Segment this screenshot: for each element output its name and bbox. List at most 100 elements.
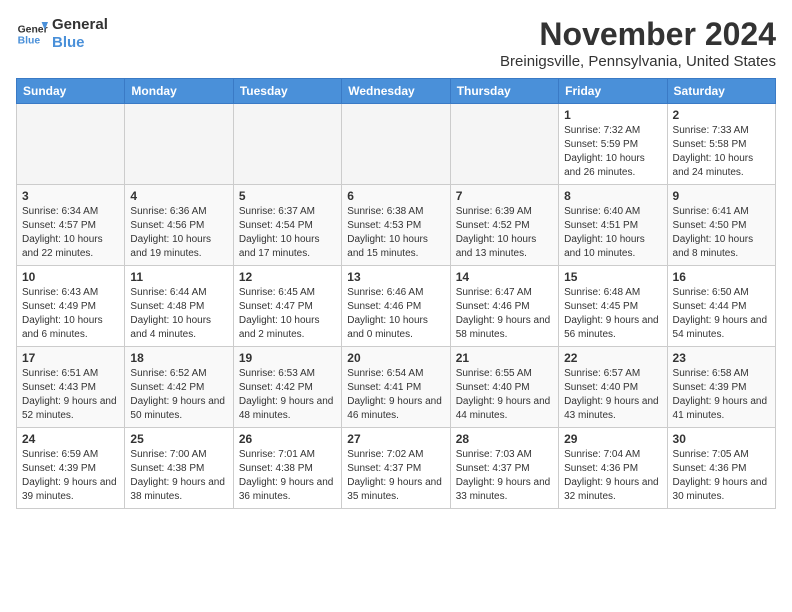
calendar-day-cell: 29 Sunrise: 7:04 AM Sunset: 4:36 PM Dayli…: [559, 428, 667, 509]
calendar-week-row: 17Sunrise: 6:51 AM Sunset: 4:43 PM Dayli…: [17, 347, 776, 428]
day-of-week-header: Tuesday: [233, 79, 341, 104]
day-info: Sunrise: 6:38 AM Sunset: 4:53 PM Dayligh…: [347, 205, 444, 261]
calendar-day-cell: 10 Sunrise: 6:43 AM Sunset: 4:49 PM Dayli…: [17, 266, 125, 347]
day-info: Sunrise: 7:00 AM Sunset: 4:38 PM Dayligh…: [130, 448, 227, 504]
day-info: Sunrise: 6:51 AM Sunset: 4:43 PM Dayligh…: [22, 367, 119, 423]
day-number: 13: [347, 270, 444, 284]
day-number: 9: [673, 189, 770, 203]
logo-blue-text: Blue: [52, 34, 108, 52]
day-number: 22: [564, 351, 661, 365]
calendar-day-cell: [17, 104, 125, 185]
day-number: 18: [130, 351, 227, 365]
day-info: Sunrise: 6:36 AM Sunset: 4:56 PM Dayligh…: [130, 205, 227, 261]
day-number: 7: [456, 189, 553, 203]
day-number: 26: [239, 432, 336, 446]
calendar-header-row: SundayMondayTuesdayWednesdayThursdayFrid…: [17, 79, 776, 104]
day-info: Sunrise: 7:01 AM Sunset: 4:38 PM Dayligh…: [239, 448, 336, 504]
day-info: Sunrise: 6:48 AM Sunset: 4:45 PM Dayligh…: [564, 286, 661, 342]
day-info: Sunrise: 6:50 AM Sunset: 4:44 PM Dayligh…: [673, 286, 770, 342]
day-number: 28: [456, 432, 553, 446]
day-number: 21: [456, 351, 553, 365]
calendar-day-cell: 11 Sunrise: 6:44 AM Sunset: 4:48 PM Dayli…: [125, 266, 233, 347]
day-info: Sunrise: 7:32 AM Sunset: 5:59 PM Dayligh…: [564, 124, 661, 180]
day-info: Sunrise: 6:52 AM Sunset: 4:42 PM Dayligh…: [130, 367, 227, 423]
day-info: Sunrise: 6:47 AM Sunset: 4:46 PM Dayligh…: [456, 286, 553, 342]
day-info: Sunrise: 6:57 AM Sunset: 4:40 PM Dayligh…: [564, 367, 661, 423]
day-number: 4: [130, 189, 227, 203]
calendar-day-cell: 6Sunrise: 6:38 AM Sunset: 4:53 PM Daylig…: [342, 185, 450, 266]
svg-text:Blue: Blue: [18, 36, 41, 47]
calendar-week-row: 3 Sunrise: 6:34 AM Sunset: 4:57 PM Daylig…: [17, 185, 776, 266]
day-info: Sunrise: 6:59 AM Sunset: 4:39 PM Dayligh…: [22, 448, 119, 504]
day-info: Sunrise: 6:54 AM Sunset: 4:41 PM Dayligh…: [347, 367, 444, 423]
logo: General Blue General Blue: [16, 16, 108, 52]
calendar-day-cell: 16 Sunrise: 6:50 AM Sunset: 4:44 PM Dayli…: [667, 266, 775, 347]
calendar-day-cell: 7 Sunrise: 6:39 AM Sunset: 4:52 PM Daylig…: [450, 185, 558, 266]
calendar-day-cell: [125, 104, 233, 185]
calendar-day-cell: 25Sunrise: 7:00 AM Sunset: 4:38 PM Dayli…: [125, 428, 233, 509]
calendar-day-cell: 18 Sunrise: 6:52 AM Sunset: 4:42 PM Dayli…: [125, 347, 233, 428]
day-number: 27: [347, 432, 444, 446]
calendar-day-cell: 23 Sunrise: 6:58 AM Sunset: 4:39 PM Dayli…: [667, 347, 775, 428]
day-number: 14: [456, 270, 553, 284]
day-info: Sunrise: 6:41 AM Sunset: 4:50 PM Dayligh…: [673, 205, 770, 261]
day-info: Sunrise: 6:53 AM Sunset: 4:42 PM Dayligh…: [239, 367, 336, 423]
calendar-day-cell: [450, 104, 558, 185]
calendar-day-cell: 22 Sunrise: 6:57 AM Sunset: 4:40 PM Dayli…: [559, 347, 667, 428]
calendar-day-cell: 24 Sunrise: 6:59 AM Sunset: 4:39 PM Dayli…: [17, 428, 125, 509]
calendar-day-cell: 13 Sunrise: 6:46 AM Sunset: 4:46 PM Dayli…: [342, 266, 450, 347]
day-of-week-header: Thursday: [450, 79, 558, 104]
day-info: Sunrise: 7:05 AM Sunset: 4:36 PM Dayligh…: [673, 448, 770, 504]
month-title: November 2024: [500, 16, 776, 53]
calendar-day-cell: 1Sunrise: 7:32 AM Sunset: 5:59 PM Daylig…: [559, 104, 667, 185]
day-info: Sunrise: 7:03 AM Sunset: 4:37 PM Dayligh…: [456, 448, 553, 504]
day-info: Sunrise: 7:33 AM Sunset: 5:58 PM Dayligh…: [673, 124, 770, 180]
day-number: 16: [673, 270, 770, 284]
calendar-day-cell: 3 Sunrise: 6:34 AM Sunset: 4:57 PM Daylig…: [17, 185, 125, 266]
day-info: Sunrise: 6:44 AM Sunset: 4:48 PM Dayligh…: [130, 286, 227, 342]
day-number: 11: [130, 270, 227, 284]
day-number: 20: [347, 351, 444, 365]
day-number: 5: [239, 189, 336, 203]
calendar-week-row: 10 Sunrise: 6:43 AM Sunset: 4:49 PM Dayli…: [17, 266, 776, 347]
calendar-day-cell: 27Sunrise: 7:02 AM Sunset: 4:37 PM Dayli…: [342, 428, 450, 509]
day-number: 2: [673, 108, 770, 122]
day-info: Sunrise: 6:39 AM Sunset: 4:52 PM Dayligh…: [456, 205, 553, 261]
day-number: 23: [673, 351, 770, 365]
day-number: 19: [239, 351, 336, 365]
day-number: 12: [239, 270, 336, 284]
day-info: Sunrise: 7:04 AM Sunset: 4:36 PM Dayligh…: [564, 448, 661, 504]
day-of-week-header: Friday: [559, 79, 667, 104]
calendar-week-row: 24 Sunrise: 6:59 AM Sunset: 4:39 PM Dayli…: [17, 428, 776, 509]
day-info: Sunrise: 6:37 AM Sunset: 4:54 PM Dayligh…: [239, 205, 336, 261]
calendar-day-cell: 4 Sunrise: 6:36 AM Sunset: 4:56 PM Daylig…: [125, 185, 233, 266]
day-info: Sunrise: 6:55 AM Sunset: 4:40 PM Dayligh…: [456, 367, 553, 423]
calendar-day-cell: 14 Sunrise: 6:47 AM Sunset: 4:46 PM Dayli…: [450, 266, 558, 347]
calendar-day-cell: 20 Sunrise: 6:54 AM Sunset: 4:41 PM Dayli…: [342, 347, 450, 428]
day-number: 15: [564, 270, 661, 284]
logo-general-text: General: [52, 16, 108, 34]
calendar-day-cell: 28 Sunrise: 7:03 AM Sunset: 4:37 PM Dayli…: [450, 428, 558, 509]
day-info: Sunrise: 6:58 AM Sunset: 4:39 PM Dayligh…: [673, 367, 770, 423]
day-number: 24: [22, 432, 119, 446]
day-number: 10: [22, 270, 119, 284]
calendar-day-cell: 5 Sunrise: 6:37 AM Sunset: 4:54 PM Daylig…: [233, 185, 341, 266]
calendar-day-cell: 19 Sunrise: 6:53 AM Sunset: 4:42 PM Dayli…: [233, 347, 341, 428]
day-of-week-header: Wednesday: [342, 79, 450, 104]
day-number: 29: [564, 432, 661, 446]
day-number: 30: [673, 432, 770, 446]
day-info: Sunrise: 6:34 AM Sunset: 4:57 PM Dayligh…: [22, 205, 119, 261]
logo-icon: General Blue: [16, 18, 48, 50]
calendar-body: 1Sunrise: 7:32 AM Sunset: 5:59 PM Daylig…: [17, 104, 776, 509]
calendar-day-cell: 21 Sunrise: 6:55 AM Sunset: 4:40 PM Dayli…: [450, 347, 558, 428]
day-number: 8: [564, 189, 661, 203]
header: General Blue General Blue November 2024 …: [16, 16, 776, 70]
calendar-day-cell: 15 Sunrise: 6:48 AM Sunset: 4:45 PM Dayli…: [559, 266, 667, 347]
day-info: Sunrise: 6:46 AM Sunset: 4:46 PM Dayligh…: [347, 286, 444, 342]
calendar-day-cell: 8Sunrise: 6:40 AM Sunset: 4:51 PM Daylig…: [559, 185, 667, 266]
day-info: Sunrise: 6:45 AM Sunset: 4:47 PM Dayligh…: [239, 286, 336, 342]
calendar-table: SundayMondayTuesdayWednesdayThursdayFrid…: [16, 78, 776, 509]
day-info: Sunrise: 6:43 AM Sunset: 4:49 PM Dayligh…: [22, 286, 119, 342]
day-number: 3: [22, 189, 119, 203]
location-title: Breinigsville, Pennsylvania, United Stat…: [500, 53, 776, 70]
